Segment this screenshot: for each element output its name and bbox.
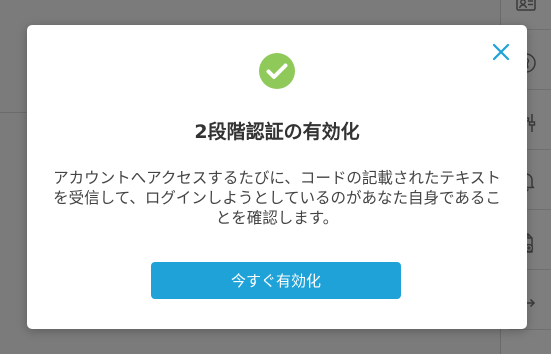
- close-icon: [492, 43, 510, 61]
- close-button[interactable]: [489, 40, 513, 64]
- modal-title: 2段階認証の有効化: [194, 121, 360, 143]
- contact-card-icon: [516, 0, 536, 11]
- check-circle-icon: [259, 53, 295, 89]
- modal-description: アカウントへアクセスするたびに、コードの記載されたテキストを受信して、ログインし…: [53, 169, 501, 227]
- success-status: [258, 52, 296, 90]
- two-factor-modal: 2段階認証の有効化 アカウントへアクセスするたびに、コードの記載されたテキストを…: [27, 25, 527, 329]
- enable-now-button[interactable]: 今すぐ有効化: [151, 262, 401, 299]
